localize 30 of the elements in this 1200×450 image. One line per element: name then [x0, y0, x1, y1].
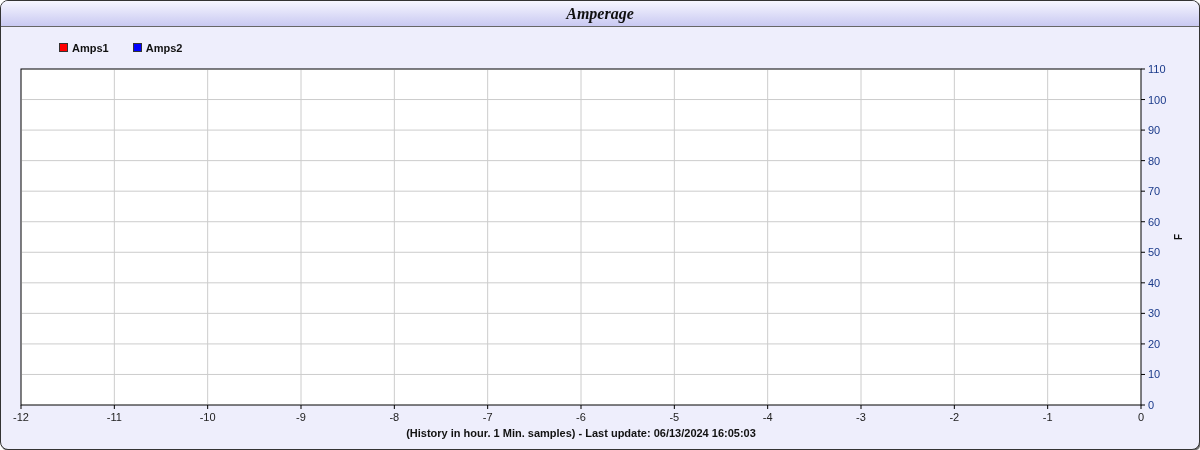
legend-label: Amps2 [145, 41, 183, 54]
x-axis-caption: (History in hour. 1 Min. samples) - Last update: 06/13/2024 16:05:03 [406, 427, 756, 439]
x-tick-label: -4 [762, 411, 773, 423]
y-tick-label: 100 [1148, 93, 1167, 106]
y-tick-label: 70 [1148, 185, 1161, 198]
y-tick-label: 60 [1148, 215, 1161, 228]
y-tick-label: 80 [1148, 154, 1161, 167]
y-axis-label: F [1173, 233, 1184, 241]
x-tick-label: -8 [389, 411, 400, 423]
x-tick-label: -9 [296, 411, 306, 423]
y-tick-label: 50 [1148, 246, 1161, 259]
y-tick-label: 30 [1148, 307, 1161, 320]
x-tick-label: -1 [1042, 411, 1053, 423]
y-tick-label: 90 [1148, 124, 1161, 137]
y-tick-label: 10 [1148, 368, 1161, 381]
y-tick-label: 0 [1148, 399, 1155, 411]
x-tick-label: -3 [856, 411, 866, 423]
x-tick-label: -7 [482, 411, 493, 423]
legend-label: Amps1 [72, 41, 109, 54]
x-tick-label: -6 [576, 411, 586, 423]
x-tick-label: -10 [199, 411, 216, 423]
y-tick-label: 110 [1148, 63, 1166, 75]
x-tick-label: -11 [106, 411, 122, 423]
x-tick-label: 0 [1137, 411, 1145, 423]
x-tick-label: -5 [669, 411, 680, 423]
chart-title: Amperage [566, 4, 634, 23]
x-tick-label: -12 [13, 411, 29, 423]
y-tick-label: 20 [1148, 337, 1161, 350]
x-tick-label: -2 [949, 411, 960, 423]
y-tick-label: 40 [1148, 276, 1161, 289]
